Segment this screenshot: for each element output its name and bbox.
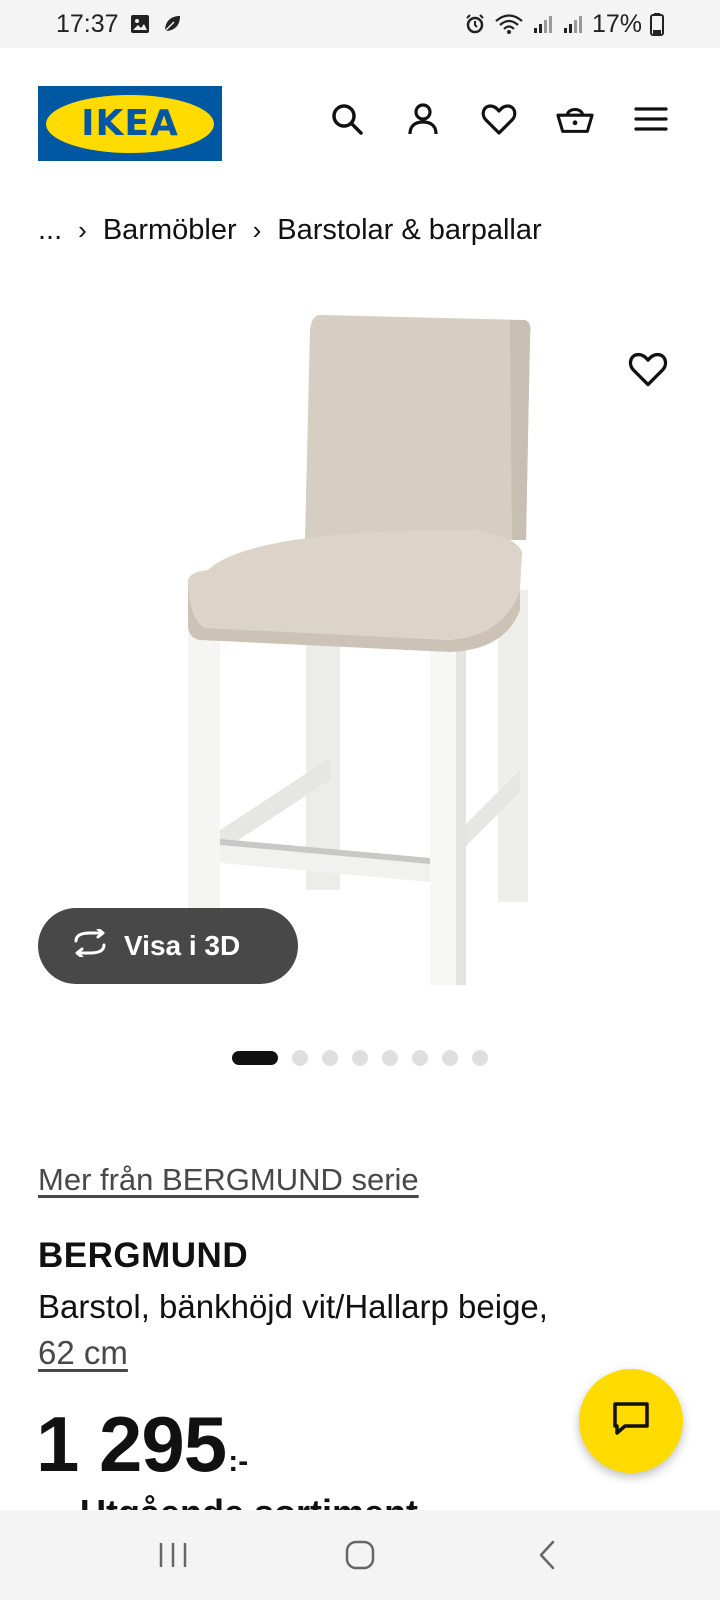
home-icon[interactable] <box>330 1525 390 1585</box>
breadcrumb-barmobler[interactable]: Barmöbler <box>103 214 237 247</box>
search-icon[interactable] <box>328 100 366 138</box>
battery-icon <box>650 12 664 36</box>
price-suffix: :- <box>228 1445 249 1478</box>
view-in-3d-label: Visa i 3D <box>124 930 241 961</box>
site-header: IKEA <box>0 48 720 200</box>
chevron-right-icon: › <box>78 215 87 245</box>
status-right: 17% <box>464 10 664 39</box>
logo-oval: IKEA <box>46 94 214 153</box>
carousel-dot[interactable] <box>412 1050 428 1066</box>
wifi-icon <box>494 13 524 35</box>
product-image-gallery[interactable]: Visa i 3D <box>0 290 720 1010</box>
alarm-icon <box>464 13 486 35</box>
carousel-dot[interactable] <box>382 1050 398 1066</box>
chat-button[interactable] <box>579 1369 683 1473</box>
status-time: 17:37 <box>56 9 119 38</box>
carousel-dot[interactable] <box>442 1050 458 1066</box>
carousel-dot[interactable] <box>472 1050 488 1066</box>
product-image-bar-stool <box>188 315 531 985</box>
carousel-dot[interactable] <box>232 1051 278 1065</box>
logo-text: IKEA <box>81 103 179 144</box>
chevron-right-icon: › <box>252 215 262 245</box>
leaf-icon <box>161 13 183 35</box>
header-icons <box>328 100 670 138</box>
system-nav-bar <box>0 1510 720 1600</box>
product-description-text: Barstol, bänkhöjd vit/Hallarp beige, <box>38 1288 548 1325</box>
ikea-logo[interactable]: IKEA <box>38 86 222 161</box>
battery-percent: 17% <box>591 9 642 38</box>
chat-icon <box>611 1400 651 1443</box>
heart-icon[interactable] <box>480 100 518 138</box>
product-price: 1 295 :- <box>36 1405 248 1483</box>
product-name: BERGMUND <box>38 1236 249 1275</box>
carousel-dot[interactable] <box>292 1050 308 1066</box>
carousel-dot[interactable] <box>322 1050 338 1066</box>
view-in-3d-button[interactable]: Visa i 3D <box>38 908 298 984</box>
signal-icon <box>532 13 554 35</box>
add-to-favourites-icon[interactable] <box>628 350 668 390</box>
price-value: 1 295 <box>36 1400 227 1488</box>
breadcrumb-barstolar[interactable]: Barstolar & barpallar <box>277 214 541 247</box>
carousel-indicator <box>0 1050 720 1066</box>
product-description: Barstol, bänkhöjd vit/Hallarp beige, 62 … <box>38 1284 698 1376</box>
rotate-3d-icon <box>70 927 110 964</box>
carousel-dot[interactable] <box>352 1050 368 1066</box>
cutoff-label: Utgående sortiment <box>80 1490 418 1512</box>
account-icon[interactable] <box>404 100 442 138</box>
status-bar: 17:37 17% <box>0 0 720 48</box>
menu-icon[interactable] <box>632 100 670 138</box>
signal-icon-2 <box>562 13 584 35</box>
breadcrumb: ... › Barmöbler › Barstolar & barpallar <box>38 214 542 247</box>
breadcrumb-ellipsis[interactable]: ... <box>38 214 62 247</box>
back-icon[interactable] <box>517 1525 577 1585</box>
basket-icon[interactable] <box>556 100 594 138</box>
recent-apps-icon[interactable] <box>143 1525 203 1585</box>
status-left: 17:37 <box>56 10 183 39</box>
product-size-link[interactable]: 62 cm <box>38 1334 128 1371</box>
gallery-icon <box>129 13 151 35</box>
series-link[interactable]: Mer från BERGMUND serie <box>38 1162 419 1198</box>
